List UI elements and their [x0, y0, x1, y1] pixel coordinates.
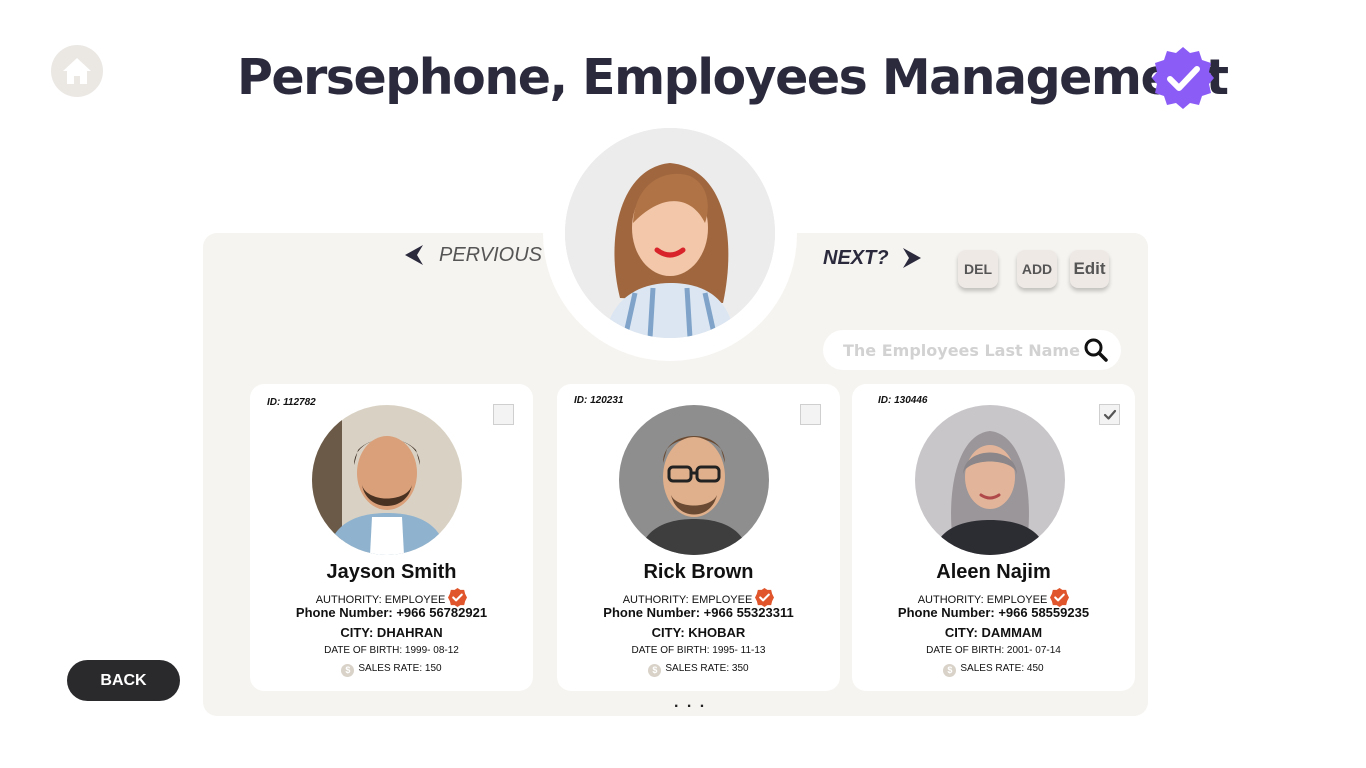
checkmark-icon: [1103, 409, 1116, 420]
employee-sales: $ SALES RATE: 450: [852, 663, 1135, 677]
employee-photo: [915, 405, 1065, 555]
arrow-right-icon: [902, 248, 921, 268]
coin-icon: $: [648, 664, 662, 677]
employee-name: Aleen Najim: [936, 561, 1051, 583]
employee-phone: Phone Number: +966 58559235: [897, 605, 1090, 620]
sales-text: SALES RATE: 450: [960, 663, 1044, 674]
verified-badge-icon: [1152, 47, 1214, 109]
next-label: NEXT?: [823, 246, 889, 269]
sales-text: SALES RATE: 350: [665, 663, 749, 674]
employee-city: CITY: KHOBAR: [651, 625, 746, 640]
add-button[interactable]: ADD: [1017, 250, 1057, 288]
select-checkbox[interactable]: [1099, 404, 1120, 425]
employee-card[interactable]: ID: 112782 Jayson Smith AUTHORITY: EMPLO…: [250, 384, 533, 691]
employee-dob: DATE OF BIRTH: 1995- 11-13: [631, 645, 766, 656]
employee-name: Rick Brown: [643, 561, 754, 583]
search-icon[interactable]: [1083, 337, 1109, 363]
employee-dob: DATE OF BIRTH: 2001- 07-14: [926, 645, 1061, 656]
back-button[interactable]: BACK: [67, 660, 180, 701]
search-bar: [823, 330, 1121, 370]
next-button[interactable]: NEXT?: [823, 246, 923, 270]
coin-icon: $: [341, 664, 355, 677]
employee-id: ID: 120231: [574, 395, 624, 406]
home-icon: [63, 58, 91, 84]
employee-photo: [619, 405, 769, 555]
employee-id: ID: 112782: [267, 397, 316, 408]
employee-card[interactable]: ID: 120231 Rick Brown AUTHORITY: EMPLOYE…: [557, 384, 840, 691]
previous-button[interactable]: PERVIOUS: [403, 243, 542, 267]
employee-phone: Phone Number: +966 56782921: [295, 605, 488, 620]
coin-icon: $: [943, 664, 957, 677]
employee-card[interactable]: ID: 130446 Aleen Najim AUTHORITY: EMPLOY…: [852, 384, 1135, 691]
featured-profile-photo: [565, 128, 775, 338]
employee-sales: $ SALES RATE: 350: [557, 663, 840, 677]
select-checkbox[interactable]: [493, 404, 514, 425]
employee-city: CITY: DAMMAM: [944, 625, 1043, 640]
employee-city: CITY: DHAHRAN: [340, 625, 443, 640]
employee-sales: $ SALES RATE: 150: [250, 663, 533, 677]
page-title: Persephone, Employees Management: [237, 49, 1229, 106]
delete-button[interactable]: DEL: [958, 250, 998, 288]
employee-phone: Phone Number: +966 55323311: [603, 605, 794, 620]
edit-button[interactable]: Edit: [1070, 250, 1109, 288]
employee-name: Jayson Smith: [326, 561, 457, 583]
search-input[interactable]: [843, 340, 1083, 360]
arrow-left-icon: [405, 245, 423, 265]
employee-id: ID: 130446: [878, 395, 928, 406]
more-indicator[interactable]: . . .: [674, 694, 706, 712]
previous-label: PERVIOUS: [439, 243, 542, 266]
sales-text: SALES RATE: 150: [358, 663, 442, 674]
home-button[interactable]: [51, 45, 103, 97]
employee-photo: [312, 405, 462, 555]
employee-dob: DATE OF BIRTH: 1999- 08-12: [324, 645, 459, 656]
select-checkbox[interactable]: [800, 404, 821, 425]
